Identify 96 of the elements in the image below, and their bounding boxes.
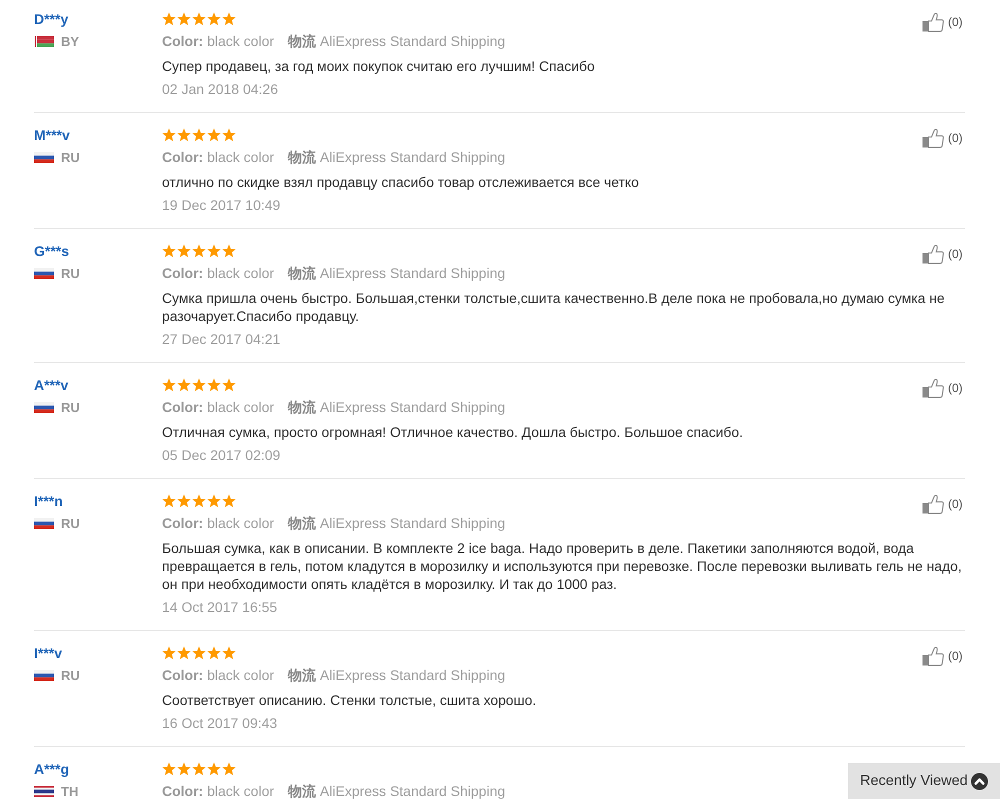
country-code: RU: [61, 516, 80, 532]
star-icon: [207, 244, 221, 258]
flag-icon: [34, 36, 54, 47]
star-icon: [177, 494, 191, 508]
star-icon: [162, 378, 176, 392]
reviewer-name: G***s: [34, 242, 70, 261]
chevron-up-icon: [971, 772, 988, 790]
like-button[interactable]: (0): [922, 494, 963, 514]
review-date: 14 Oct 2017 16:55: [162, 598, 278, 616]
review-date: 16 Oct 2017 09:43: [162, 714, 278, 732]
like-button[interactable]: (0): [922, 378, 963, 398]
star-icon: [192, 12, 206, 26]
thumbs-up-icon: [922, 244, 944, 264]
thumbs-up-icon: [922, 128, 944, 148]
flag-icon: [34, 670, 54, 681]
color-option-text: Color: black color: [162, 148, 274, 166]
country-code: RU: [61, 400, 80, 416]
star-icon: [177, 244, 191, 258]
color-option-text: Color: black color: [162, 514, 274, 532]
flag-icon: [34, 518, 54, 529]
reviewer-name: I***v: [34, 644, 62, 663]
recently-viewed-button[interactable]: Recently Viewed: [848, 763, 1000, 799]
color-option-text: Color: black color: [162, 398, 274, 416]
star-icon: [222, 494, 236, 508]
star-icon: [222, 762, 236, 776]
shipping-method-text: 物流 AliExpress Standard Shipping: [288, 32, 506, 50]
reviewer-name: D***y: [34, 10, 68, 29]
thumbs-up-icon: [922, 646, 944, 666]
country-code: TH: [61, 784, 78, 799]
review-text: Отличная сумка, просто огромная! Отличное качество. Дошла быстро. Большое спасибо.: [162, 423, 744, 441]
review-date: 05 Dec 2017 02:09: [162, 446, 282, 464]
reviewer-name: A***v: [34, 376, 68, 395]
thumbs-up-icon: [922, 378, 944, 398]
star-icon: [222, 378, 236, 392]
shipping-method-text: 物流 AliExpress Standard Shipping: [288, 666, 506, 684]
review-date: 27 Dec 2017 04:21: [162, 330, 282, 348]
thumbs-up-icon: [922, 12, 944, 32]
star-icon: [207, 494, 221, 508]
shipping-method-text: 物流 AliExpress Standard Shipping: [288, 514, 506, 532]
flag-icon: [34, 268, 54, 279]
star-icon: [192, 494, 206, 508]
star-icon: [162, 646, 176, 660]
review-text: Супер продавец, за год моих покупок считаю его лучшим! Спасибо: [162, 57, 596, 75]
review-text: Соответствует описанию. Стенки толстые, сшита хорошо.: [162, 691, 538, 709]
star-icon: [207, 128, 221, 142]
shipping-method-text: 物流 AliExpress Standard Shipping: [288, 148, 506, 166]
star-icon: [192, 244, 206, 258]
like-button[interactable]: (0): [922, 12, 963, 32]
star-icon: [177, 646, 191, 660]
shipping-method-text: 物流 AliExpress Standard Shipping: [288, 398, 506, 416]
shipping-method-text: 物流 AliExpress Standard Shipping: [288, 264, 506, 282]
country-code: RU: [61, 150, 80, 166]
color-option-text: Color: black color: [162, 32, 274, 50]
review-text: отлично по скидке взял продавцу спасибо товар отслеживается все четко: [162, 173, 640, 191]
shipping-method-text: 物流 AliExpress Standard Shipping: [288, 782, 506, 799]
like-button[interactable]: (0): [922, 646, 963, 666]
star-icon: [192, 128, 206, 142]
star-icon: [162, 494, 176, 508]
star-icon: [192, 762, 206, 776]
star-icon: [162, 12, 176, 26]
color-option-text: Color: black color: [162, 264, 274, 282]
reviewer-name: M***v: [34, 126, 70, 145]
country-code: RU: [61, 668, 80, 684]
star-icon: [207, 12, 221, 26]
reviewer-name: I***n: [34, 492, 63, 511]
review-date: 19 Dec 2017 10:49: [162, 196, 282, 214]
star-icon: [207, 646, 221, 660]
star-icon: [162, 244, 176, 258]
star-icon: [222, 128, 236, 142]
like-button[interactable]: (0): [922, 244, 963, 264]
star-icon: [177, 762, 191, 776]
color-option-text: Color: black color: [162, 666, 274, 684]
star-icon: [177, 12, 191, 26]
star-icon: [222, 12, 236, 26]
star-icon: [207, 378, 221, 392]
review-text: Большая сумка, как в описании. В комплекте 2 ice baga. Надо проверить в деле. Пакетики заполняются водой, вода превращается в гель, потом кладутся в морозилку и используются при перевозке. После перевозки выливать гель не надо, он при необходимости опять кладётся в морозилку. И так до 1000 раз.: [162, 539, 963, 593]
star-icon: [192, 646, 206, 660]
review-text: Сумка пришла очень быстро. Большая,стенки толстые,сшита качественно.В деле пока не пробовала,но думаю сумка не разочарует.Спасибо продавцу.: [162, 289, 946, 325]
star-icon: [162, 762, 176, 776]
flag-icon: [34, 402, 54, 413]
country-code: RU: [61, 266, 80, 282]
flag-icon: [34, 786, 54, 797]
country-code: BY: [61, 34, 80, 50]
like-button[interactable]: (0): [922, 128, 963, 148]
star-icon: [192, 378, 206, 392]
star-icon: [222, 244, 236, 258]
star-icon: [177, 128, 191, 142]
star-icon: [177, 378, 191, 392]
thumbs-up-icon: [922, 494, 944, 514]
color-option-text: Color: black color: [162, 782, 274, 799]
star-icon: [162, 128, 176, 142]
flag-icon: [34, 152, 54, 163]
star-icon: [207, 762, 221, 776]
star-icon: [222, 646, 236, 660]
review-date: 02 Jan 2018 04:26: [162, 80, 279, 98]
reviewer-name: A***g: [34, 760, 70, 779]
